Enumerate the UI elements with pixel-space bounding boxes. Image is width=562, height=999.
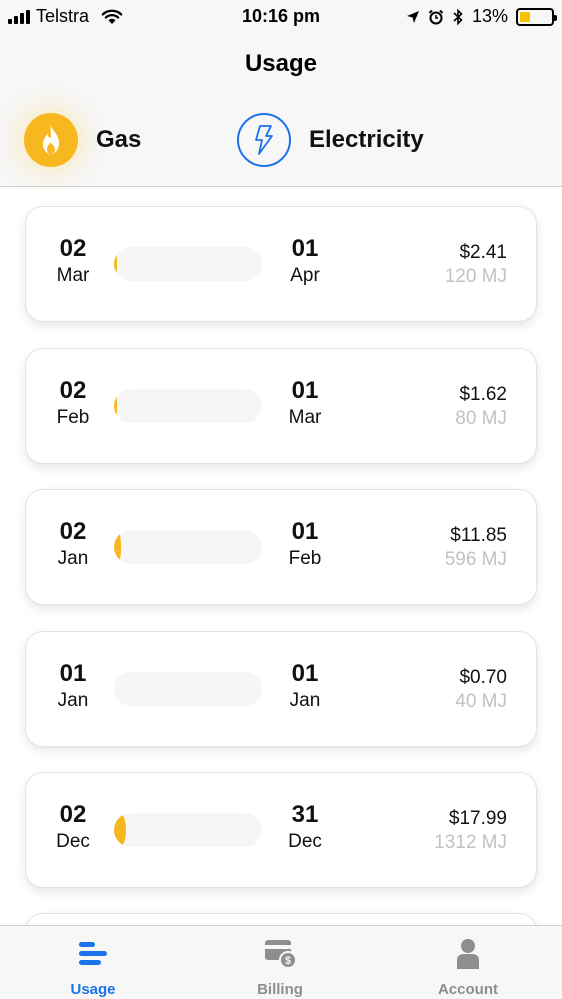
tab-account[interactable]: Account bbox=[398, 926, 538, 999]
period-energy: 596 MJ bbox=[444, 549, 507, 570]
battery-icon bbox=[516, 7, 557, 26]
period-cost: $0.70 bbox=[459, 667, 507, 688]
status-right: 13% bbox=[406, 6, 557, 27]
usage-period-card[interactable]: 02 Mar 01 Apr $2.41 120 MJ bbox=[25, 206, 537, 322]
location-arrow-icon bbox=[406, 10, 419, 23]
gas-badge bbox=[24, 113, 78, 167]
start-day: 02 bbox=[59, 377, 87, 404]
start-day: 02 bbox=[59, 518, 87, 545]
cost-block: $0.70 40 MJ bbox=[455, 666, 507, 714]
alarm-clock-icon bbox=[428, 9, 444, 24]
electricity-tab[interactable]: Electricity bbox=[237, 112, 424, 168]
period-cost: $1.62 bbox=[459, 384, 507, 405]
end-day: 01 bbox=[291, 377, 319, 404]
start-day: 02 bbox=[59, 801, 87, 828]
end-day: 01 bbox=[291, 660, 319, 687]
usage-bar-fill bbox=[114, 389, 117, 423]
start-month: Feb bbox=[56, 407, 90, 428]
bluetooth-icon bbox=[453, 8, 463, 25]
period-cost: $11.85 bbox=[450, 525, 507, 546]
period-start-date: 02 Jan bbox=[43, 518, 103, 572]
end-month: Feb bbox=[288, 548, 322, 569]
usage-period-card[interactable]: 02 Feb 01 Mar $1.62 80 MJ bbox=[25, 348, 537, 464]
usage-period-list: 02 Mar 01 Apr $2.41 120 MJ 02 Feb 01 Mar… bbox=[0, 187, 562, 925]
end-day: 31 bbox=[291, 801, 319, 828]
period-energy: 120 MJ bbox=[444, 266, 507, 287]
flame-icon bbox=[43, 125, 59, 154]
status-bar: Telstra 10:16 pm 13% bbox=[0, 0, 562, 34]
period-start-date: 02 Feb bbox=[43, 377, 103, 431]
start-month: Jan bbox=[57, 690, 89, 711]
start-month: Mar bbox=[56, 265, 90, 286]
end-month: Dec bbox=[288, 831, 322, 852]
period-start-date: 02 Dec bbox=[43, 801, 103, 855]
usage-bar bbox=[114, 389, 262, 423]
end-day: 01 bbox=[291, 235, 319, 262]
tab-billing[interactable]: $ Billing bbox=[210, 926, 350, 999]
tab-billing-label: Billing bbox=[257, 981, 303, 998]
usage-period-card[interactable]: 02 Jan 01 Feb $11.85 596 MJ bbox=[25, 489, 537, 605]
cost-block: $11.85 596 MJ bbox=[445, 524, 507, 572]
tab-usage-label: Usage bbox=[70, 981, 116, 998]
period-start-date: 02 Mar bbox=[43, 235, 103, 289]
nav-header: Usage bbox=[0, 34, 562, 94]
tab-account-label: Account bbox=[438, 981, 498, 998]
gas-tab[interactable]: Gas bbox=[24, 112, 141, 168]
page-title: Usage bbox=[244, 50, 318, 77]
period-end-date: 01 Feb bbox=[275, 518, 335, 572]
start-month: Dec bbox=[56, 831, 90, 852]
usage-bar bbox=[114, 530, 262, 564]
lightning-icon bbox=[255, 125, 273, 155]
cost-block: $17.99 1312 MJ bbox=[434, 807, 507, 855]
gas-label: Gas bbox=[96, 126, 142, 153]
period-end-date: 01 Apr bbox=[275, 235, 335, 289]
tab-usage[interactable]: Usage bbox=[23, 926, 163, 999]
bill-icon: $ bbox=[265, 940, 297, 969]
start-day: 02 bbox=[59, 235, 87, 262]
usage-period-card-partial[interactable] bbox=[25, 913, 537, 925]
period-end-date: 31 Dec bbox=[275, 801, 335, 855]
end-month: Apr bbox=[290, 265, 320, 286]
period-cost: $2.41 bbox=[459, 242, 507, 263]
usage-bars-icon bbox=[79, 942, 107, 965]
usage-bar bbox=[114, 672, 262, 706]
usage-bar bbox=[114, 813, 262, 847]
end-month: Jan bbox=[289, 690, 321, 711]
usage-period-card[interactable]: 02 Dec 31 Dec $17.99 1312 MJ bbox=[25, 772, 537, 888]
usage-bar-fill bbox=[114, 813, 126, 847]
period-end-date: 01 Mar bbox=[275, 377, 335, 431]
usage-bar-fill bbox=[114, 530, 121, 564]
usage-bar bbox=[114, 247, 262, 281]
period-end-date: 01 Jan bbox=[275, 660, 335, 714]
end-month: Mar bbox=[288, 407, 322, 428]
period-energy: 1312 MJ bbox=[434, 832, 507, 853]
end-day: 01 bbox=[291, 518, 319, 545]
period-start-date: 01 Jan bbox=[43, 660, 103, 714]
electricity-badge bbox=[237, 113, 291, 167]
usage-period-card[interactable]: 01 Jan 01 Jan $0.70 40 MJ bbox=[25, 631, 537, 747]
start-day: 01 bbox=[59, 660, 87, 687]
period-energy: 40 MJ bbox=[455, 691, 507, 712]
battery-percent: 13% bbox=[471, 6, 508, 26]
svg-text:$: $ bbox=[285, 955, 291, 967]
person-icon bbox=[457, 939, 479, 969]
usage-bar-fill bbox=[114, 247, 117, 281]
period-energy: 80 MJ bbox=[455, 408, 507, 429]
energy-type-selector: Gas Electricity bbox=[0, 94, 562, 187]
electricity-label: Electricity bbox=[309, 126, 424, 153]
cost-block: $1.62 80 MJ bbox=[455, 383, 507, 431]
start-month: Jan bbox=[57, 548, 89, 569]
battery-fill bbox=[520, 11, 530, 22]
period-cost: $17.99 bbox=[448, 808, 507, 829]
bottom-tab-bar: Usage $ Billing Account bbox=[0, 925, 562, 999]
cost-block: $2.41 120 MJ bbox=[445, 241, 507, 289]
